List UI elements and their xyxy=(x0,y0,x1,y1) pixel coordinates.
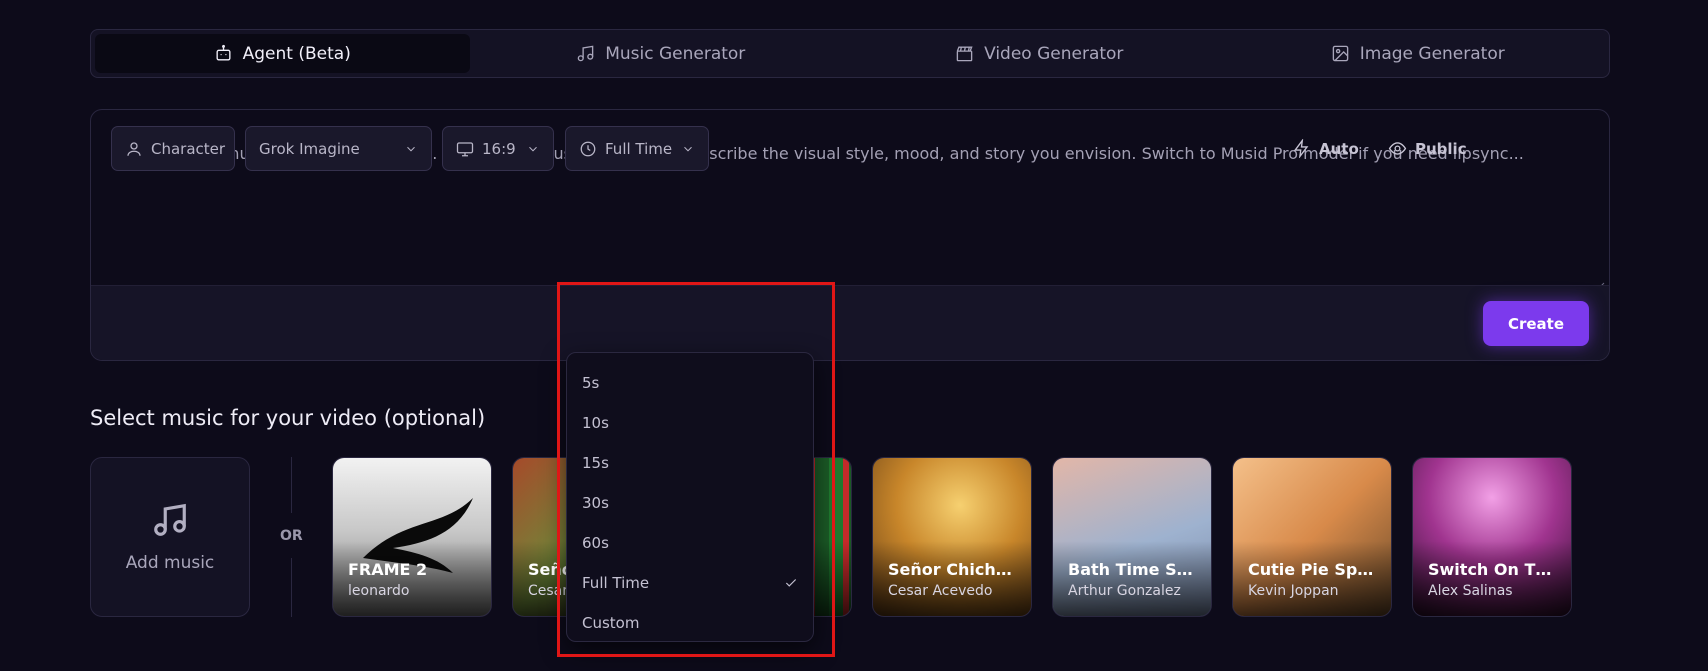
duration-option-15s[interactable]: 15s xyxy=(567,443,813,483)
music-note-icon xyxy=(154,503,186,536)
visibility-label: Public xyxy=(1415,139,1467,158)
character-label: Character xyxy=(151,139,226,158)
generator-tabs: Agent (Beta) Music Generator Video Gener… xyxy=(90,29,1610,78)
duration-option-full-time[interactable]: Full Time xyxy=(567,563,813,603)
music-card[interactable]: Bath Time So... Arthur Gonzalez xyxy=(1052,457,1212,617)
music-card[interactable]: FRAME 2 leonardo xyxy=(332,457,492,617)
chevron-down-icon xyxy=(684,146,692,151)
clapperboard-icon xyxy=(956,46,973,62)
auto-button[interactable]: Auto xyxy=(1292,126,1359,171)
duration-option-10s[interactable]: 10s xyxy=(567,403,813,443)
divider xyxy=(291,457,292,513)
duration-option-custom[interactable]: Custom xyxy=(567,603,813,643)
option-label: Full Time xyxy=(582,574,650,592)
option-label: 30s xyxy=(582,494,609,512)
checkmark-icon xyxy=(785,579,797,587)
music-note-icon xyxy=(577,45,594,62)
model-label: Grok Imagine xyxy=(259,139,360,158)
music-card[interactable]: Cutie Pie Spark Kevin Joppan xyxy=(1232,457,1392,617)
music-section-title: Select music for your video (optional) xyxy=(90,406,486,430)
tab-music-generator[interactable]: Music Generator xyxy=(474,34,849,73)
card-artist: Arthur Gonzalez xyxy=(1068,583,1181,599)
monitor-icon xyxy=(456,141,474,156)
aspect-label: 16:9 xyxy=(482,139,516,158)
duration-select[interactable]: Full Time xyxy=(565,126,709,171)
card-title: Señor Chicha... xyxy=(888,560,1021,579)
card-title: Cutie Pie Spark xyxy=(1248,560,1381,579)
card-artist: Cesar Acevedo xyxy=(888,583,993,599)
tab-label: Music Generator xyxy=(605,43,746,64)
user-icon xyxy=(127,141,141,156)
option-label: 15s xyxy=(582,454,609,472)
duration-option-60s[interactable]: 60s xyxy=(567,523,813,563)
option-label: 5s xyxy=(582,374,600,392)
tab-image-generator[interactable]: Image Generator xyxy=(1231,34,1606,73)
tab-label: Video Generator xyxy=(984,43,1124,64)
or-label: OR xyxy=(280,528,303,544)
robot-icon xyxy=(216,44,231,61)
add-music-button[interactable]: Add music xyxy=(90,457,250,617)
card-artist: Kevin Joppan xyxy=(1248,583,1339,599)
model-select[interactable]: Grok Imagine xyxy=(245,126,432,171)
character-button[interactable]: Character xyxy=(111,126,235,171)
tab-video-generator[interactable]: Video Generator xyxy=(852,34,1227,73)
card-title: Switch On Th... xyxy=(1428,560,1561,579)
clock-icon xyxy=(580,141,596,156)
music-card[interactable]: Switch On Th... Alex Salinas xyxy=(1412,457,1572,617)
option-label: 10s xyxy=(582,414,609,432)
chevron-down-icon xyxy=(407,146,415,151)
duration-label: Full Time xyxy=(605,139,673,158)
tab-label: Agent (Beta) xyxy=(242,43,351,64)
card-title: FRAME 2 xyxy=(348,560,428,579)
option-label: 60s xyxy=(582,534,609,552)
image-icon xyxy=(1332,45,1349,62)
lightning-icon xyxy=(1293,139,1309,158)
card-artist: Alex Salinas xyxy=(1428,583,1513,599)
tab-label: Image Generator xyxy=(1359,43,1505,64)
card-title: Bath Time So... xyxy=(1068,560,1201,579)
prompt-toolbar xyxy=(91,285,1609,360)
auto-label: Auto xyxy=(1319,139,1359,158)
duration-dropdown: 5s 10s 15s 30s 60s Full Time Custom xyxy=(566,352,814,642)
eye-icon xyxy=(1388,142,1407,155)
duration-option-30s[interactable]: 30s xyxy=(567,483,813,523)
visibility-button[interactable]: Public xyxy=(1388,126,1467,171)
tab-agent[interactable]: Agent (Beta) xyxy=(95,34,470,73)
aspect-ratio-select[interactable]: 16:9 xyxy=(442,126,554,171)
chevron-down-icon xyxy=(529,146,537,151)
add-music-label: Add music xyxy=(125,553,215,573)
music-card[interactable]: Señor Chicha... Cesar Acevedo xyxy=(872,457,1032,617)
create-button[interactable]: Create xyxy=(1483,301,1589,346)
card-artist: leonardo xyxy=(348,583,410,599)
duration-option-5s[interactable]: 5s xyxy=(567,363,813,403)
option-label: Custom xyxy=(582,614,640,632)
divider xyxy=(291,558,292,617)
